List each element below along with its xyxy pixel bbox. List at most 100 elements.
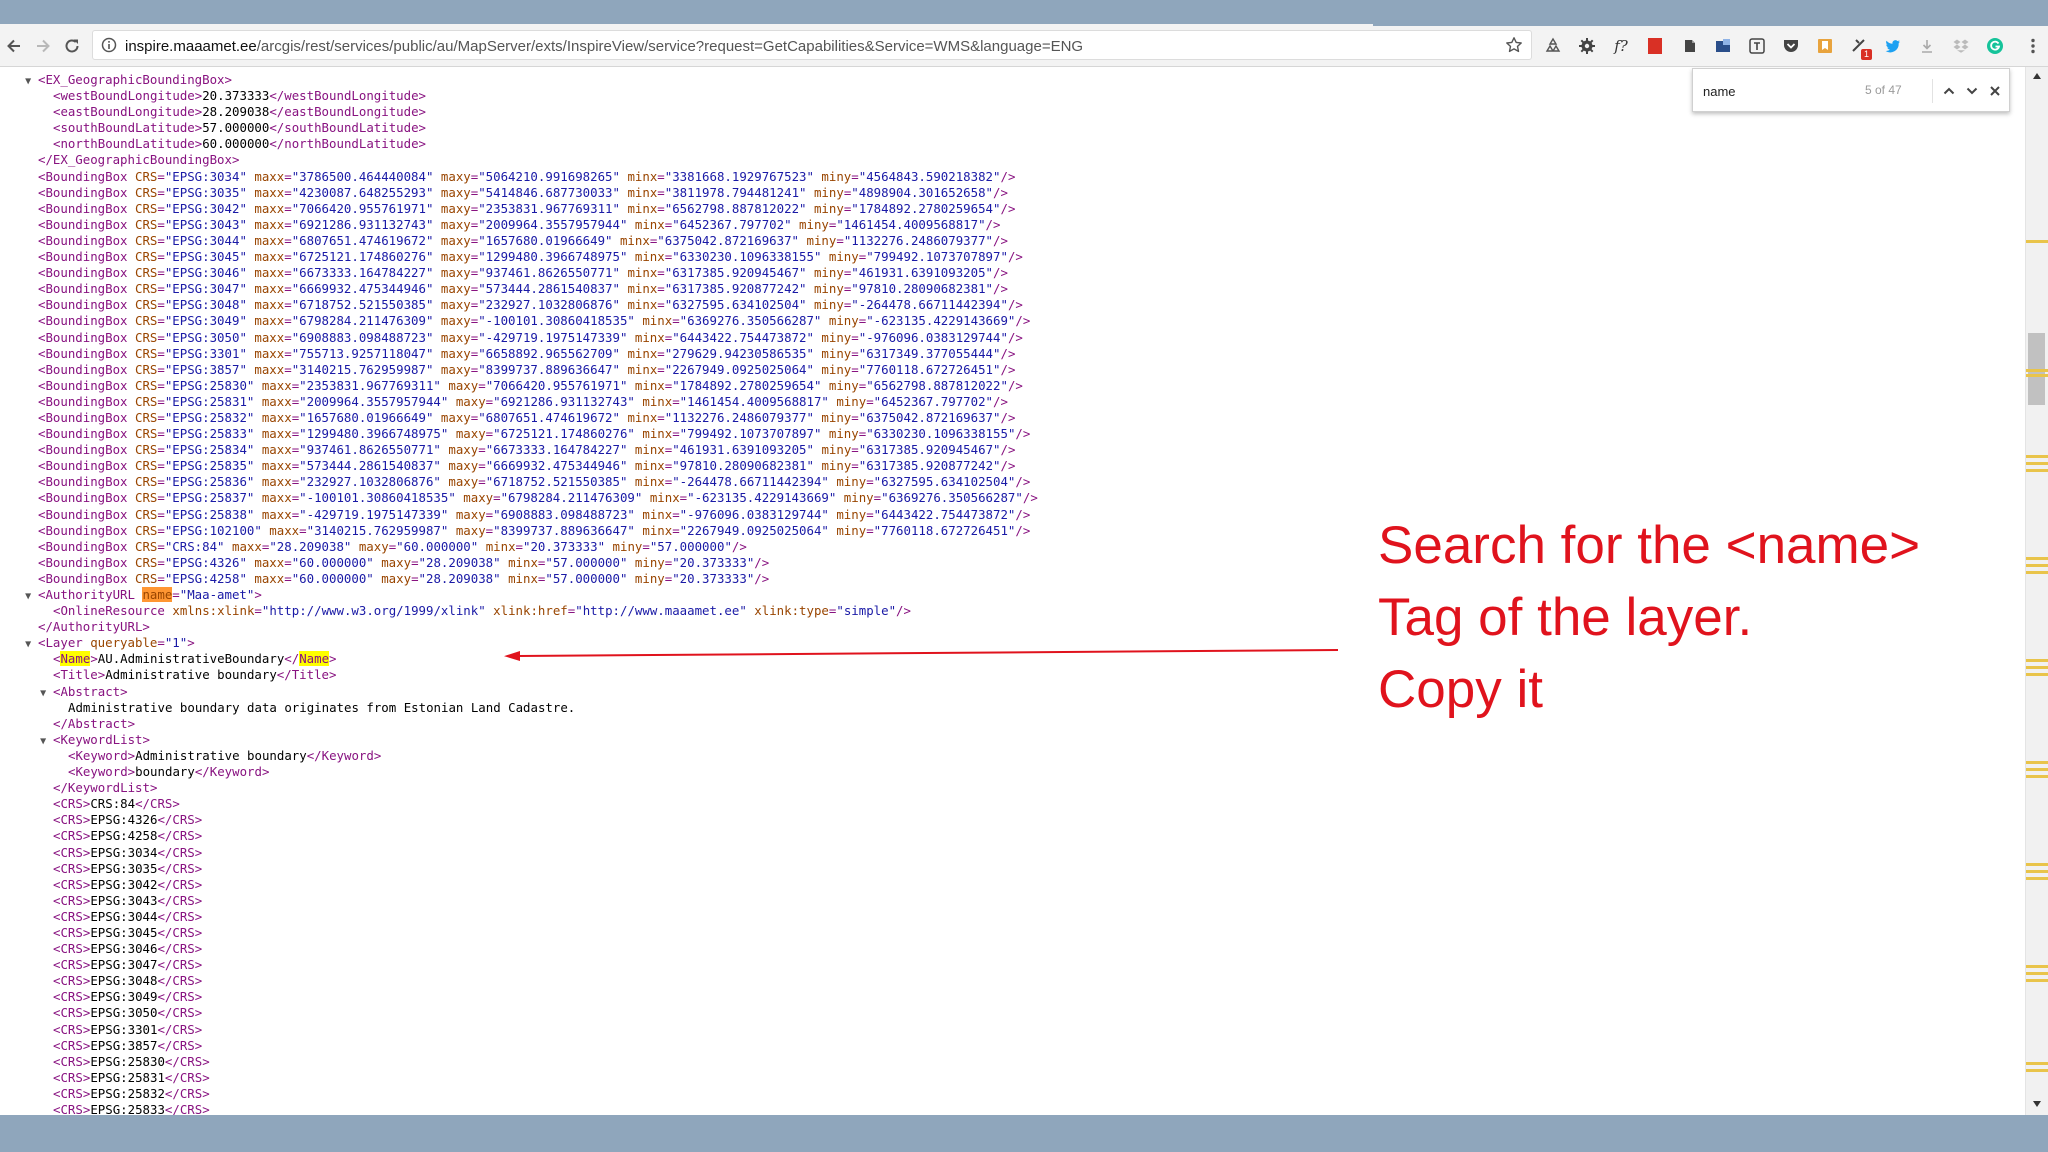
xml-token — [501, 571, 508, 586]
match-marker — [2026, 673, 2048, 676]
forward-button[interactable] — [30, 33, 56, 59]
chevron-down-icon — [1966, 87, 1978, 95]
xml-token: = — [157, 554, 165, 570]
find-next-button[interactable] — [1961, 80, 1983, 102]
xml-token: <EX_GeographicBoundingBox> — [38, 72, 232, 87]
xml-token — [836, 490, 843, 505]
xml-token: maxy — [448, 377, 479, 393]
collapse-triangle-icon[interactable]: ▼ — [40, 686, 53, 702]
xml-token: = — [478, 442, 486, 458]
xml-token: "6718752.521550385" — [291, 297, 434, 313]
pocket-extension-icon[interactable] — [1780, 35, 1802, 57]
grammarly-extension-icon[interactable] — [1984, 35, 2006, 57]
xml-token: miny — [821, 458, 852, 474]
xml-token: <CRS> — [53, 1102, 91, 1115]
xml-token: </CRS> — [157, 860, 203, 876]
xml-token: "EPSG:3034" — [164, 168, 247, 184]
xml-token: <CRS> — [53, 860, 91, 876]
xml-line: <BoundingBox CRS="EPSG:25837" maxx="-100… — [0, 490, 1038, 506]
xml-token: maxx — [254, 281, 285, 297]
xml-token: "1784892.2780259654" — [851, 200, 1001, 216]
xml-line: <BoundingBox CRS="EPSG:3046" maxx="66733… — [0, 265, 1038, 281]
xml-token: maxx — [254, 216, 285, 232]
collapse-triangle-icon[interactable]: ▼ — [25, 589, 38, 605]
reload-button[interactable] — [59, 33, 85, 59]
screenshot-extension-icon[interactable] — [1712, 35, 1734, 57]
red-square-extension-icon[interactable] — [1644, 35, 1666, 57]
evernote-extension-icon[interactable] — [1678, 35, 1700, 57]
collapse-triangle-icon[interactable]: ▼ — [25, 74, 38, 90]
xml-token: "6317385.920945467" — [858, 442, 1001, 458]
extension-badge: 1 — [1860, 49, 1872, 60]
xml-token: = — [157, 522, 165, 538]
bookmark-star-icon[interactable] — [1505, 36, 1523, 54]
xml-token: maxy — [440, 281, 471, 297]
xml-token: <CRS> — [53, 844, 91, 860]
vertical-scrollbar[interactable] — [2025, 67, 2048, 1115]
xml-token — [627, 555, 634, 570]
xml-token: Administrative boundary data originates … — [68, 699, 576, 715]
xml-token: <OnlineResource — [53, 603, 173, 619]
download-extension-icon[interactable] — [1916, 35, 1938, 57]
xml-token: minx — [627, 265, 658, 281]
xml-token: minx — [634, 458, 665, 474]
xml-token: "6375042.872169637" — [657, 232, 800, 248]
scroll-up-button[interactable] — [2030, 69, 2044, 83]
bookmark-extension-icon[interactable] — [1814, 35, 1836, 57]
xml-token — [433, 249, 440, 264]
xml-token — [627, 474, 634, 489]
match-marker — [2026, 877, 2048, 880]
xml-line: <BoundingBox CRS="EPSG:25833" maxx="1299… — [0, 426, 1038, 442]
xml-token — [448, 507, 455, 522]
url-text[interactable]: inspire.maaamet.ee/arcgis/rest/services/… — [125, 38, 1083, 55]
xml-token: <BoundingBox — [38, 522, 135, 538]
xml-token: </CRS> — [157, 892, 203, 908]
xml-token: = — [411, 570, 419, 586]
gear-extension-icon[interactable] — [1576, 35, 1598, 57]
dropbox-extension-icon[interactable] — [1950, 35, 1972, 57]
xml-token: maxy — [381, 554, 412, 570]
xml-line: <BoundingBox CRS="EPSG:25835" maxx="5734… — [0, 458, 1038, 474]
xml-token: maxx — [261, 426, 292, 442]
formula-extension-icon[interactable]: f? — [1610, 35, 1632, 57]
xml-token: /> — [896, 603, 911, 619]
collapse-triangle-icon[interactable]: ▼ — [40, 734, 53, 750]
flag-extension-icon[interactable]: 1 — [1848, 35, 1872, 60]
xml-token: miny — [813, 297, 844, 313]
xml-token: </CRS> — [157, 908, 203, 924]
find-close-button[interactable] — [1984, 80, 2006, 102]
xml-token: /> — [993, 265, 1008, 281]
xml-token: = — [657, 297, 665, 313]
recycle-extension-icon[interactable] — [1542, 35, 1564, 57]
reload-icon — [65, 39, 79, 53]
xml-line: </KeywordList> — [0, 780, 1038, 796]
xml-line: <BoundingBox CRS="EPSG:3047" maxx="66699… — [0, 281, 1038, 297]
xml-token — [627, 571, 634, 586]
info-icon[interactable] — [101, 37, 117, 53]
match-marker — [2026, 462, 2048, 465]
xml-token: "EPSG:4326" — [164, 554, 247, 570]
xml-token: = — [157, 426, 165, 442]
xml-token: maxy — [440, 216, 471, 232]
menu-dots-icon[interactable] — [2022, 35, 2044, 57]
find-input[interactable] — [1703, 81, 1853, 101]
xml-token: </EX_GeographicBoundingBox> — [38, 152, 240, 168]
xml-token: /> — [1015, 474, 1031, 490]
xml-token: "7066420.955761971" — [485, 377, 628, 393]
twitter-extension-icon[interactable] — [1882, 35, 1904, 57]
find-previous-button[interactable] — [1938, 80, 1960, 102]
xml-token: = — [657, 200, 665, 216]
xml-token: "8399737.889636647" — [493, 522, 635, 538]
xml-token: 57.000000 — [202, 120, 270, 136]
xml-token: <CRS> — [53, 892, 91, 908]
address-bar[interactable]: inspire.maaamet.ee/arcgis/rest/services/… — [92, 30, 1532, 60]
xml-token: minx — [642, 393, 673, 409]
xml-token: /> — [1000, 442, 1016, 458]
url-path: /arcgis/rest/services/public/au/MapServe… — [256, 38, 1084, 55]
xml-token: maxy — [448, 442, 479, 458]
xml-token: EPSG:25832 — [90, 1085, 165, 1101]
collapse-triangle-icon[interactable]: ▼ — [25, 637, 38, 653]
scroll-down-button[interactable] — [2030, 1097, 2044, 1111]
back-button[interactable] — [1, 33, 27, 59]
text-extension-icon[interactable] — [1746, 35, 1768, 57]
